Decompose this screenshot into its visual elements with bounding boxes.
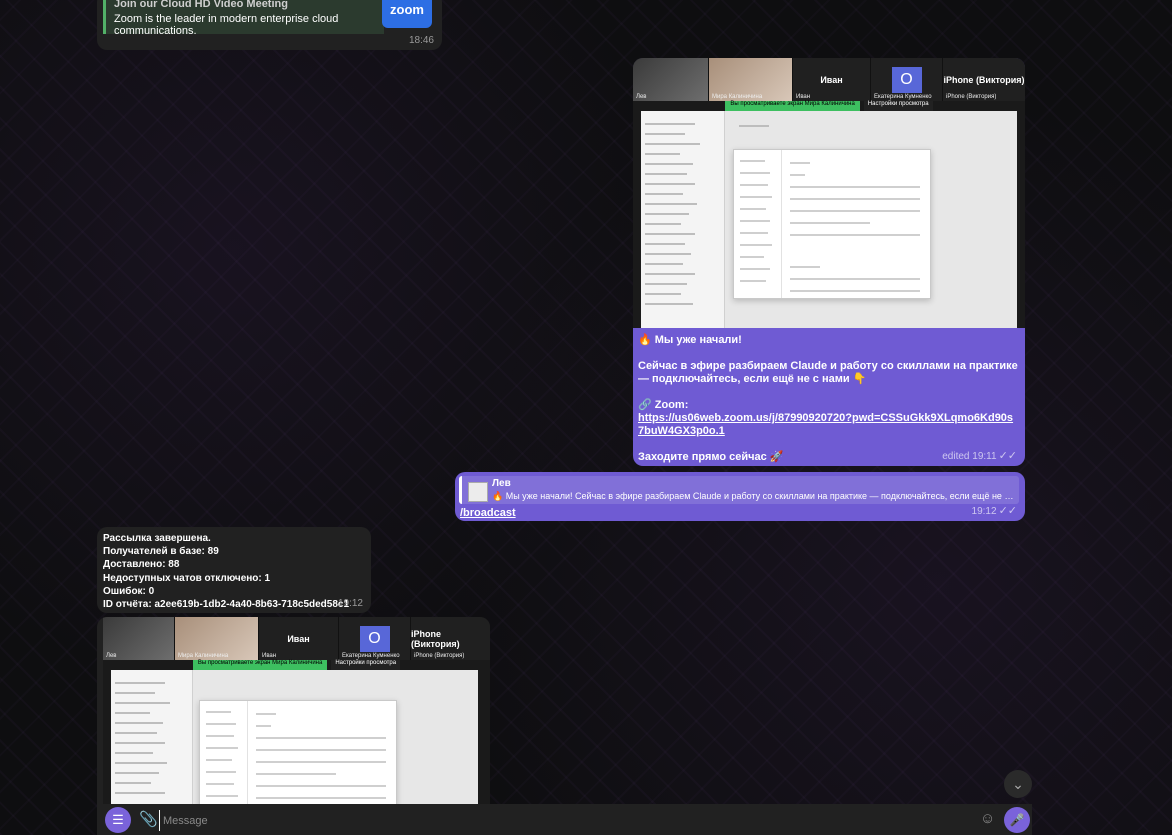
attach-icon[interactable]: 📎 [139, 810, 158, 828]
participant-tile: О Екатерина Кумненко [871, 58, 943, 101]
bot-command-link[interactable]: /broadcast [460, 507, 516, 519]
zoom-preview-message[interactable]: Join our Cloud HD Video Meeting Zoom is … [97, 0, 442, 50]
message-text: Рассылка завершена. Получателей в базе: … [103, 533, 350, 611]
broadcast-report-message[interactable]: Рассылка завершена. Получателей в базе: … [97, 527, 371, 613]
settings-dialog [733, 149, 931, 299]
chevron-down-icon: ⌄ [1012, 775, 1024, 792]
microphone-icon: 🎤 [1009, 813, 1025, 827]
participant-tile: Лев [633, 58, 709, 101]
screen-share-bar: Вы просматриваете экран Мира Калиничина … [633, 101, 1025, 111]
participant-tile: Иван Иван [793, 58, 871, 101]
message-composer: ☰ 📎 ☺ 🎤 [97, 804, 1032, 835]
message-time: 18:46 [408, 35, 434, 46]
link-preview-description: Zoom is the leader in modern enterprise … [114, 13, 339, 37]
message-time: 19:12 ✓✓ [971, 505, 1017, 517]
participant-tile: Лев [103, 617, 175, 660]
menu-icon: ☰ [112, 812, 124, 827]
reply-thumbnail [468, 482, 488, 502]
participants-strip: Лев Мира Калиничина Иван Иван О Екатерина … [103, 617, 490, 660]
zoom-logo: zoom [382, 0, 432, 28]
message-text: 🔥 Мы уже начали! Сейчас в эфире разбирае… [638, 334, 1018, 463]
zoom-link[interactable]: https://us06web.zoom.us/j/87990920720?pw… [638, 412, 1013, 437]
reply-message[interactable]: Лев 🔥 Мы уже начали! Сейчас в эфире разб… [455, 472, 1025, 521]
screenshot-message[interactable]: Лев Мира Калиничина Иван Иван О Екатерина … [97, 617, 490, 807]
participant-tile: iPhone (Виктория) iPhone (Виктория) [943, 74, 1025, 101]
shared-screen [641, 111, 1017, 328]
message-input[interactable] [159, 810, 945, 831]
read-checks-icon: ✓✓ [998, 450, 1017, 462]
read-checks-icon: ✓✓ [998, 505, 1017, 517]
participant-tile: Мира Калиничина [175, 617, 259, 660]
participant-tile: О Екатерина Кумненко [339, 617, 411, 660]
screen-share-bar: Вы просматриваете экран Мира Калиничина … [103, 660, 490, 670]
participant-tile: Мира Калиничина [709, 58, 793, 101]
emoji-icon[interactable]: ☺ [980, 810, 995, 827]
participant-tile: iPhone (Виктория) iPhone (Виктория) [411, 628, 465, 660]
link-preview[interactable]: Join our Cloud HD Video Meeting Zoom is … [103, 0, 384, 37]
message-time: edited 19:11 ✓✓ [942, 450, 1017, 462]
bot-menu-button[interactable]: ☰ [105, 807, 131, 833]
voice-record-button[interactable]: 🎤 [1004, 807, 1030, 833]
reply-author: Лев [492, 478, 511, 489]
scroll-down-button[interactable]: ⌄ [1004, 770, 1032, 798]
message-time: 19:12 [337, 598, 363, 609]
broadcast-message[interactable]: Лев Мира Калиничина Иван Иван О Екатерина … [633, 58, 1025, 466]
link-preview-title: Join our Cloud HD Video Meeting [114, 0, 288, 10]
zoom-screenshot-image[interactable]: Лев Мира Калиничина Иван Иван О Екатерина … [633, 58, 1025, 328]
participants-strip: Лев Мира Калиничина Иван Иван О Екатерина … [633, 58, 1025, 101]
participant-tile: Иван Иван [259, 617, 339, 660]
reply-quote[interactable]: Лев 🔥 Мы уже начали! Сейчас в эфире разб… [459, 476, 1019, 504]
shared-screen [111, 670, 478, 807]
zoom-screenshot-image[interactable]: Лев Мира Калиничина Иван Иван О Екатерина … [103, 617, 490, 807]
reply-text: 🔥 Мы уже начали! Сейчас в эфире разбирае… [492, 491, 1015, 501]
settings-dialog [199, 700, 397, 807]
